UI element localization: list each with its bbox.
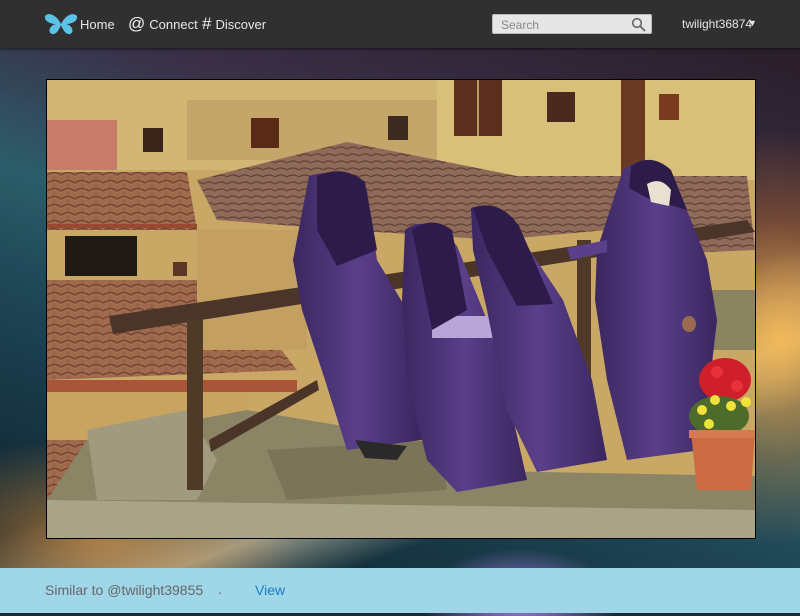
similar-user-bar: Similar to @twilight39855 . View [0,568,800,613]
view-link[interactable]: View [255,582,285,598]
butterfly-logo-icon[interactable] [44,12,78,36]
at-sign-icon: @ [128,14,146,33]
search-icon[interactable] [631,17,646,32]
separator-dot: . [218,581,222,597]
top-navigation-bar: Home @ Connect # Discover twilight36874 … [0,0,800,48]
username-label: twilight36874 [682,17,753,31]
nav-connect-label: Connect [149,16,198,32]
user-menu[interactable]: twilight36874 [682,0,752,48]
search-box [492,14,652,35]
featured-photo[interactable] [46,79,756,539]
similar-user-text: Similar to @twilight39855 [45,582,204,598]
nav-connect-link[interactable]: @ Connect [128,0,198,48]
search-input[interactable] [499,15,631,35]
nuns-at-railing-photo [47,80,755,538]
nav-discover-label: Discover [215,16,267,32]
hashtag-icon: # [202,14,212,33]
nav-discover-link[interactable]: # Discover [202,0,266,48]
nav-home-link[interactable]: Home [80,0,115,48]
caret-down-icon[interactable]: ▼ [748,18,757,28]
nav-home-label: Home [80,16,115,32]
